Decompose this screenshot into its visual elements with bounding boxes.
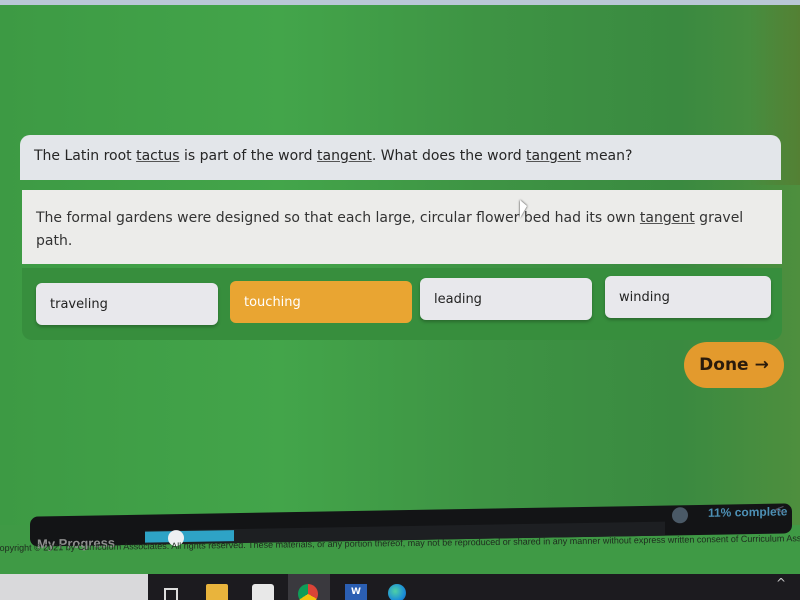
collapse-progress-icon[interactable]: < xyxy=(774,502,785,517)
question-text: is part of the word xyxy=(179,148,317,164)
chrome-icon[interactable] xyxy=(298,584,318,600)
target-word-tangent: tangent xyxy=(317,148,372,164)
choice-traveling[interactable]: traveling xyxy=(36,283,218,325)
lesson-stage xyxy=(0,5,800,525)
choice-label: traveling xyxy=(50,297,108,312)
arrow-right-icon: → xyxy=(754,355,769,375)
word-icon[interactable]: W xyxy=(345,584,367,600)
done-button[interactable]: Done → xyxy=(684,342,784,388)
edge-icon[interactable] xyxy=(388,584,406,600)
context-sentence: The formal gardens were designed so that… xyxy=(22,190,782,264)
choice-label: touching xyxy=(244,295,301,310)
store-icon[interactable] xyxy=(252,584,274,600)
target-word-tangent: tangent xyxy=(639,210,695,226)
tray-chevron-up-icon[interactable]: ^ xyxy=(776,576,786,590)
choice-winding[interactable]: winding xyxy=(605,276,771,318)
mouse-cursor-icon xyxy=(520,200,527,218)
choice-touching[interactable]: touching xyxy=(230,281,412,323)
target-word-tangent: tangent xyxy=(526,148,581,164)
windows-taskbar: W ^ xyxy=(0,574,800,600)
choice-label: leading xyxy=(434,292,482,307)
question-text: The Latin root xyxy=(34,148,137,164)
answer-choices-panel: traveling touching leading winding xyxy=(22,268,782,340)
question-text: mean? xyxy=(580,148,633,164)
taskbar-search-area[interactable] xyxy=(0,574,148,600)
question-text: . What does the word xyxy=(371,148,527,164)
sentence-text: The formal gardens were designed so that… xyxy=(36,210,640,226)
done-label: Done xyxy=(699,355,749,375)
word-letter: W xyxy=(351,587,361,597)
root-word-tactus: tactus xyxy=(136,148,180,164)
question-prompt: The Latin root tactus is part of the wor… xyxy=(20,135,781,180)
task-view-icon[interactable] xyxy=(164,588,178,600)
file-explorer-icon[interactable] xyxy=(206,584,228,600)
choice-label: winding xyxy=(619,290,670,305)
choice-leading[interactable]: leading xyxy=(420,278,592,320)
